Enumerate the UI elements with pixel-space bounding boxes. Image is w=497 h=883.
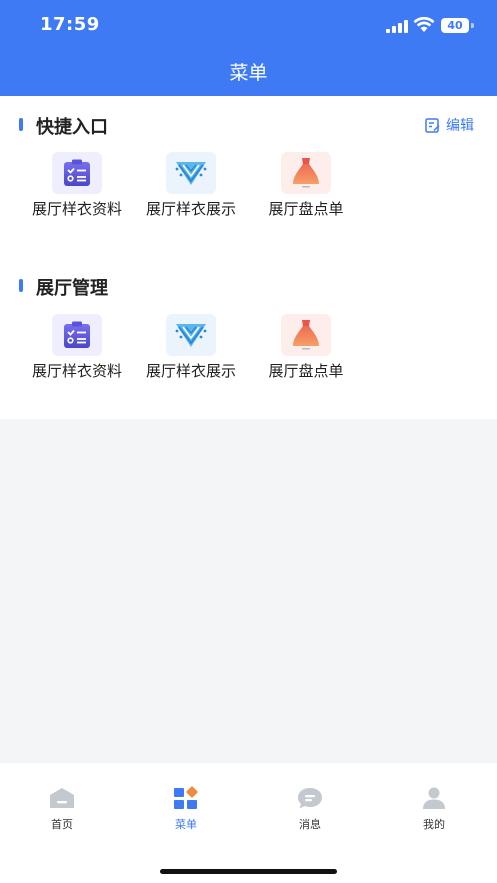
wifi-icon bbox=[413, 17, 435, 32]
message-icon bbox=[298, 788, 322, 809]
quick-access-header: 快捷入口 编辑 bbox=[0, 110, 497, 140]
status-time: 17:59 bbox=[40, 14, 100, 35]
item-label: 展厅样衣资料 bbox=[31, 362, 122, 380]
dress-icon bbox=[281, 314, 331, 356]
menu-grid-icon bbox=[174, 786, 198, 809]
showroom-management-header: 展厅管理 bbox=[0, 271, 497, 301]
quick-item-sample-display[interactable]: 展厅样衣展示 bbox=[136, 152, 246, 220]
dress-icon bbox=[281, 152, 331, 194]
edit-icon bbox=[425, 117, 440, 133]
menu-content: 快捷入口 编辑 展厅样衣资料 展厅样衣展示 展厅盘点单 展厅管理 展厅样衣资料 … bbox=[0, 96, 497, 419]
tab-label: 我的 bbox=[423, 818, 445, 831]
page-title: 菜单 bbox=[229, 62, 268, 84]
garment-collar-icon bbox=[166, 152, 216, 194]
management-item-sample-display[interactable]: 展厅样衣展示 bbox=[136, 314, 246, 382]
management-item-sample-info[interactable]: 展厅样衣资料 bbox=[22, 314, 132, 382]
profile-icon bbox=[423, 787, 445, 809]
battery-icon: 40 bbox=[441, 18, 469, 33]
status-bar: 17:59 40 bbox=[0, 0, 497, 52]
item-label: 展厅样衣展示 bbox=[145, 200, 236, 218]
clipboard-icon bbox=[52, 152, 102, 194]
tab-home[interactable]: 首页 bbox=[0, 785, 124, 832]
showroom-management-title: 展厅管理 bbox=[36, 278, 108, 299]
item-label: 展厅样衣展示 bbox=[145, 362, 236, 380]
tab-profile[interactable]: 我的 bbox=[372, 785, 496, 832]
home-indicator bbox=[160, 869, 337, 874]
quick-item-sample-info[interactable]: 展厅样衣资料 bbox=[22, 152, 132, 220]
garment-collar-icon bbox=[166, 314, 216, 356]
section-marker bbox=[19, 118, 23, 131]
signal-icon bbox=[386, 20, 408, 33]
quick-access-title: 快捷入口 bbox=[36, 117, 108, 138]
tab-label: 菜单 bbox=[175, 818, 197, 831]
section-marker bbox=[19, 279, 23, 292]
edit-button[interactable]: 编辑 bbox=[425, 114, 474, 136]
clipboard-icon bbox=[52, 314, 102, 356]
quick-item-inventory[interactable]: 展厅盘点单 bbox=[251, 152, 361, 220]
tab-menu[interactable]: 菜单 bbox=[124, 785, 248, 832]
battery-tip bbox=[471, 23, 474, 28]
item-label: 展厅样衣资料 bbox=[31, 200, 122, 218]
tab-messages[interactable]: 消息 bbox=[248, 785, 372, 832]
top-header: 17:59 40 菜单 bbox=[0, 0, 497, 96]
tab-label: 消息 bbox=[299, 818, 321, 831]
item-label: 展厅盘点单 bbox=[268, 200, 344, 218]
management-item-inventory[interactable]: 展厅盘点单 bbox=[251, 314, 361, 382]
home-icon bbox=[50, 788, 74, 808]
item-label: 展厅盘点单 bbox=[268, 362, 344, 380]
bottom-tab-bar: 首页 菜单 消息 我的 bbox=[0, 763, 497, 883]
tab-label: 首页 bbox=[51, 818, 73, 831]
edit-label: 编辑 bbox=[446, 118, 474, 134]
